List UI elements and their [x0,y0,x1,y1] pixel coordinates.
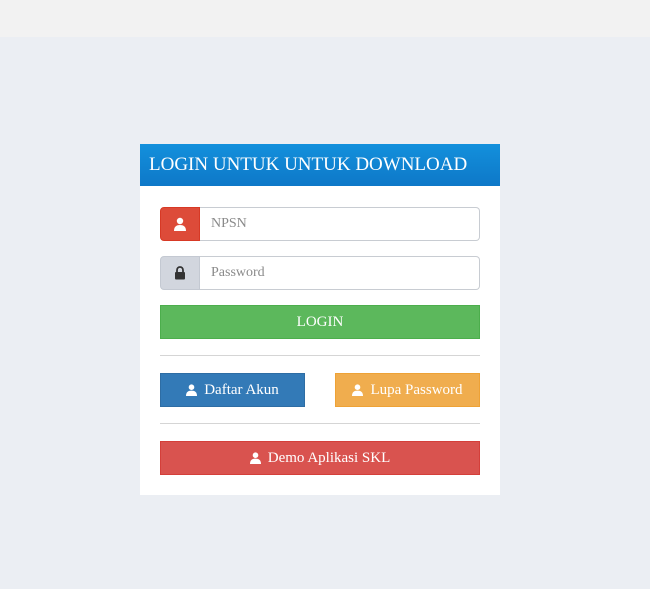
user-icon [160,207,200,241]
divider [160,423,480,424]
password-input[interactable] [200,256,480,290]
daftar-akun-label: Daftar Akun [204,381,279,398]
demo-aplikasi-button[interactable]: Demo Aplikasi SKL [160,441,480,475]
login-box: LOGIN UNTUK UNTUK DOWNLOAD LOGIN [140,144,500,495]
lock-icon [160,256,200,290]
login-button[interactable]: LOGIN [160,305,480,339]
user-icon [352,384,364,396]
daftar-akun-button[interactable]: Daftar Akun [160,373,305,407]
user-icon [186,384,198,396]
lupa-password-label: Lupa Password [370,381,463,398]
lupa-password-button[interactable]: Lupa Password [335,373,480,407]
password-input-group [160,256,480,290]
login-button-label: LOGIN [296,313,344,330]
login-title: LOGIN UNTUK UNTUK DOWNLOAD [140,144,500,186]
top-strip [0,0,650,37]
demo-aplikasi-label: Demo Aplikasi SKL [267,449,391,466]
user-icon [249,452,261,464]
divider [160,355,480,356]
npsn-input-group [160,207,480,241]
npsn-input[interactable] [200,207,480,241]
